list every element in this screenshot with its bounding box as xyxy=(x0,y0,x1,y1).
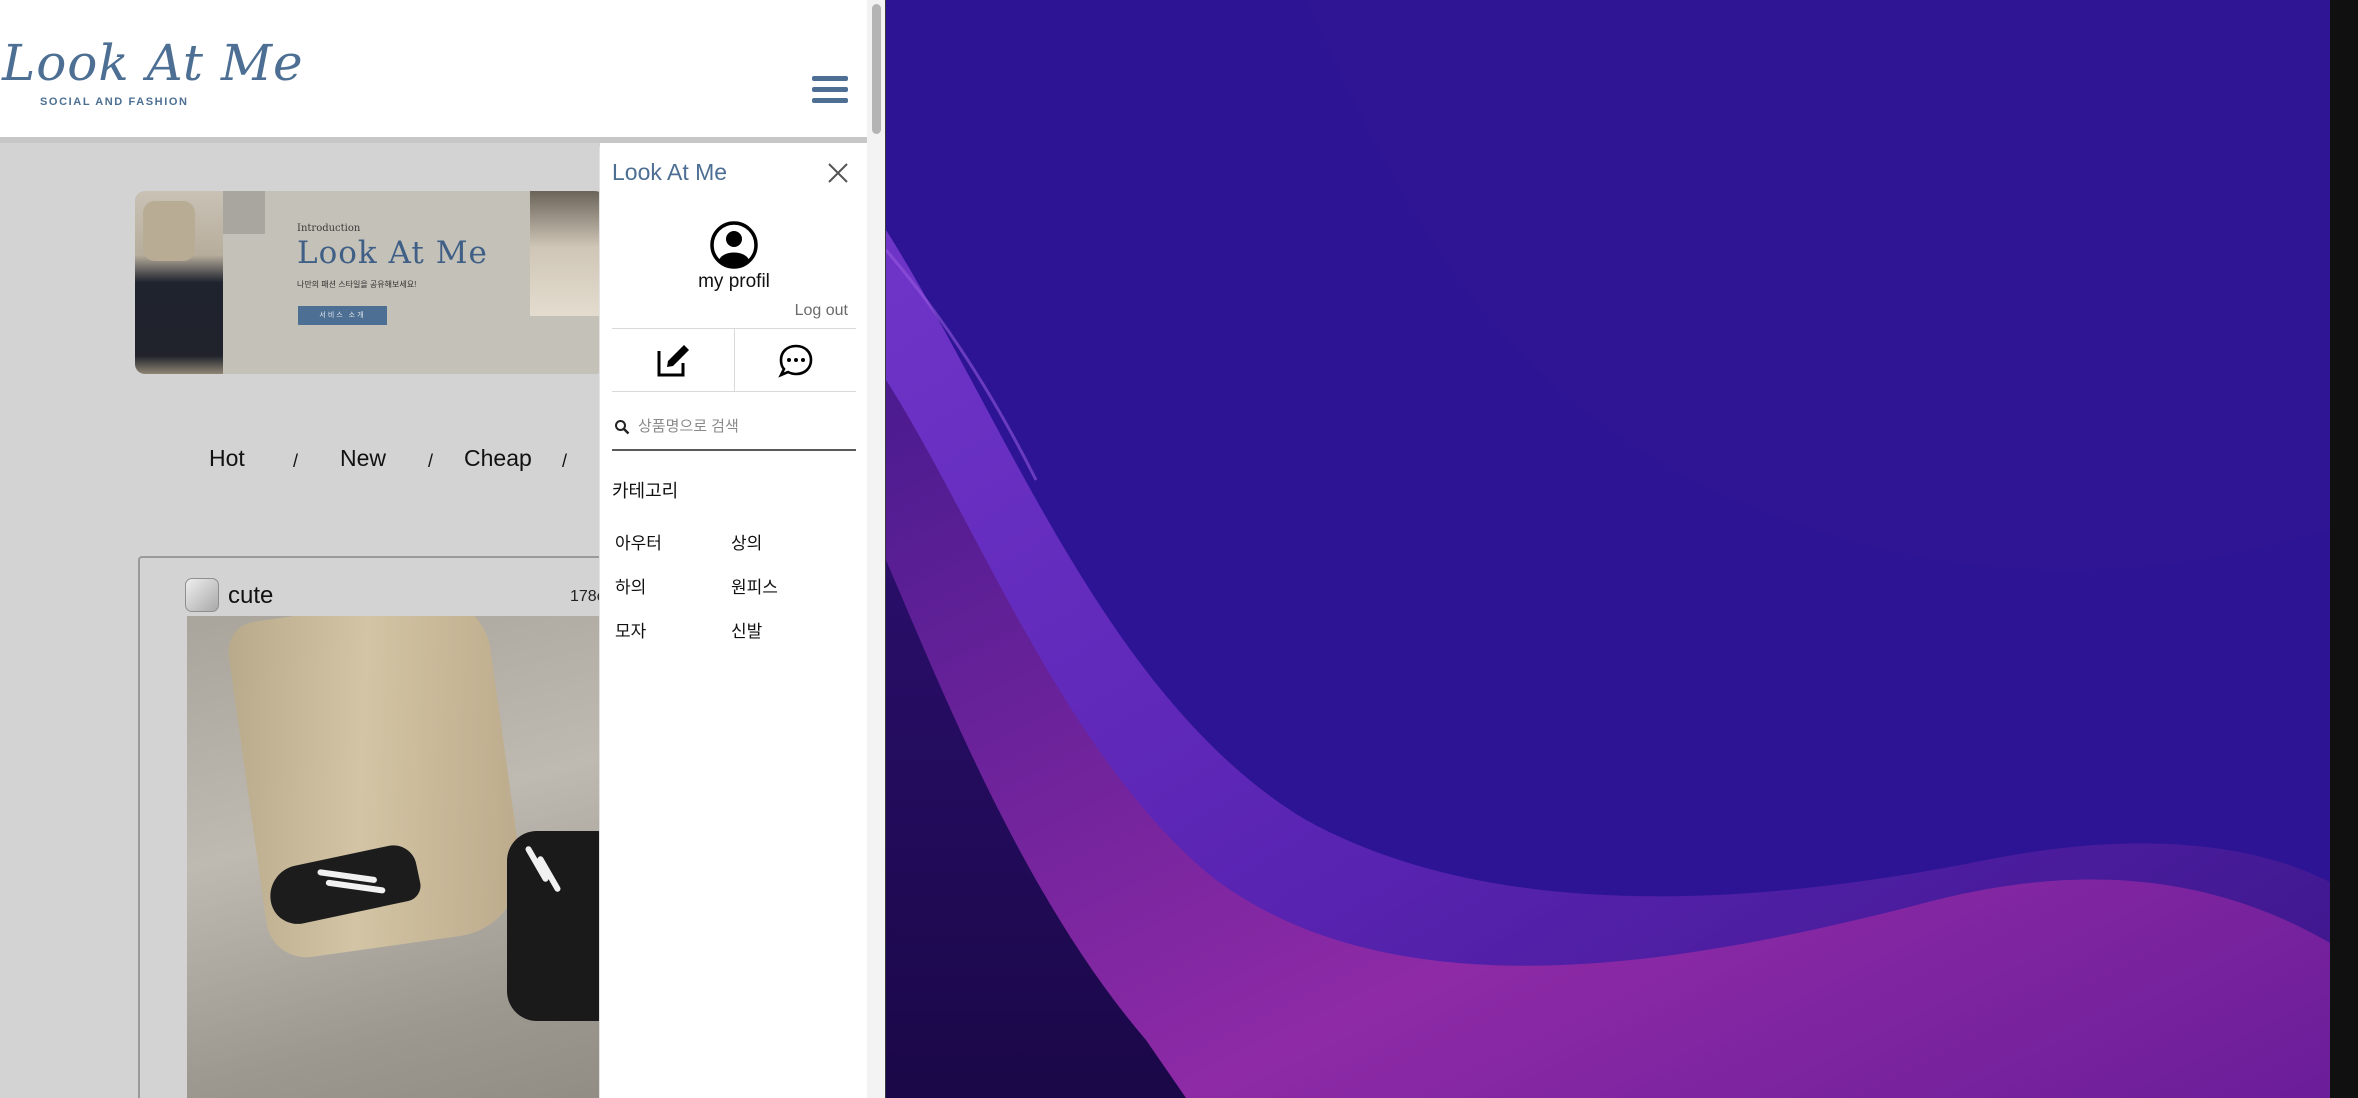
profile-label[interactable]: my profil xyxy=(600,271,868,293)
user-circle-icon[interactable] xyxy=(709,220,759,270)
logo-tagline: SOCIAL AND FASHION xyxy=(40,96,189,108)
edit-button[interactable] xyxy=(612,329,734,391)
logout-link[interactable]: Log out xyxy=(795,302,848,320)
menu-title: Look At Me xyxy=(612,159,728,185)
post-username[interactable]: cute xyxy=(228,582,273,610)
banner-photo-left xyxy=(135,191,223,374)
search-icon[interactable] xyxy=(614,419,630,435)
post-card[interactable]: cute 178c xyxy=(138,556,600,1098)
avatar[interactable] xyxy=(185,578,219,612)
site-header: Look At Me SOCIAL AND FASHION xyxy=(0,0,870,143)
filter-cheap[interactable]: Cheap xyxy=(464,445,532,472)
category-item-shoes[interactable]: 신발 xyxy=(731,617,762,642)
banner-title: Look At Me xyxy=(297,235,488,271)
post-meta: 178c xyxy=(570,588,600,605)
page-content: Introduction Look At Me 나만의 패션 스타일을 공유해보… xyxy=(0,143,600,1098)
search-box xyxy=(612,405,856,451)
edit-icon xyxy=(657,345,689,377)
category-item-dress[interactable]: 원피스 xyxy=(731,573,778,598)
category-item-hat[interactable]: 모자 xyxy=(615,617,646,642)
hamburger-icon[interactable] xyxy=(812,76,848,108)
scrollbar[interactable] xyxy=(867,0,885,1098)
wallpaper-graphic xyxy=(886,0,2358,1098)
site-logo[interactable]: Look At Me SOCIAL AND FASHION xyxy=(2,28,303,112)
search-input[interactable] xyxy=(636,411,855,441)
menu-actions xyxy=(612,328,856,392)
photo-detail xyxy=(224,616,530,963)
filter-separator: / xyxy=(562,451,568,471)
side-menu: Look At Me my profil Log out 상품명으로 검색 카테… xyxy=(599,147,868,1098)
photo-detail xyxy=(507,831,600,1021)
screen-edge xyxy=(2330,0,2358,1098)
banner-description: 나만의 패션 스타일을 공유해보세요! xyxy=(297,280,417,289)
intro-banner[interactable]: Introduction Look At Me 나만의 패션 스타일을 공유해보… xyxy=(135,191,600,374)
banner-photo-right xyxy=(530,191,600,316)
close-icon[interactable] xyxy=(826,161,850,185)
filter-new[interactable]: New xyxy=(340,445,386,472)
filter-separator: / xyxy=(293,451,299,471)
chat-icon xyxy=(778,344,813,378)
filter-hot[interactable]: Hot xyxy=(209,445,245,472)
category-item-top[interactable]: 상의 xyxy=(731,529,762,554)
category-item-outer[interactable]: 아우터 xyxy=(615,529,662,554)
category-item-bottom[interactable]: 하의 xyxy=(615,573,646,598)
post-image[interactable] xyxy=(187,616,600,1098)
filter-separator: / xyxy=(428,451,434,471)
chat-button[interactable] xyxy=(735,329,857,391)
banner-intro: Introduction xyxy=(297,223,361,234)
desktop-wallpaper xyxy=(886,0,2358,1098)
banner-decoration xyxy=(223,191,265,234)
logo-text: Look At Me xyxy=(2,34,304,92)
scrollbar-thumb[interactable] xyxy=(872,4,881,134)
category-title: 카테고리 xyxy=(612,481,679,501)
banner-button[interactable]: 서비스 소개 xyxy=(298,306,387,325)
browser-window: Look At Me SOCIAL AND FASHION Introducti… xyxy=(0,0,886,1098)
